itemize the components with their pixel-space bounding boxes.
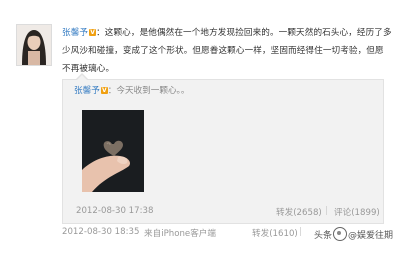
post-repost-link[interactable]: 转发(1610) [252, 227, 298, 239]
post-body: 张馨予 V：这颗心，是他偶然在一个地方发现捡回来的。一颗天然的石头心，经历了多少风… [62, 24, 392, 78]
retweet-author-link[interactable]: 张馨予 [74, 86, 100, 96]
watermark-logo-icon [333, 227, 348, 241]
retweet-header: 张馨予 V：今天收到一颗心。。 [74, 84, 189, 96]
retweet-divider: | [325, 206, 328, 216]
watermark-prefix: 头条 [314, 231, 333, 241]
watermark: 头条 @娱爱往期 [314, 227, 393, 241]
retweet-pointer-fill [77, 75, 87, 80]
heart-stone-photo[interactable] [82, 110, 144, 192]
post-source: 来自iPhone客户端 [144, 229, 216, 239]
post-divider: | [299, 227, 302, 237]
watermark-account: @娱爱往期 [348, 231, 394, 241]
post-author-link[interactable]: 张馨予 [62, 28, 88, 38]
retweet-time-link[interactable]: 2012-08-30 17:38 [76, 206, 153, 216]
post-time-link[interactable]: 2012-08-30 18:35 [62, 227, 139, 237]
verified-badge-icon: V [100, 87, 108, 94]
retweet-comment-link[interactable]: 评论(1899) [334, 206, 380, 218]
avatar[interactable] [16, 24, 52, 66]
post-text: ：这颗心，是他偶然在一个地方发现捡回来的。一颗天然的石头心，经历了多少风沙和碰撞… [62, 28, 392, 74]
retweet-text: ：今天收到一颗心。。 [107, 86, 190, 96]
retweet-repost-link[interactable]: 转发(2658) [276, 206, 322, 218]
